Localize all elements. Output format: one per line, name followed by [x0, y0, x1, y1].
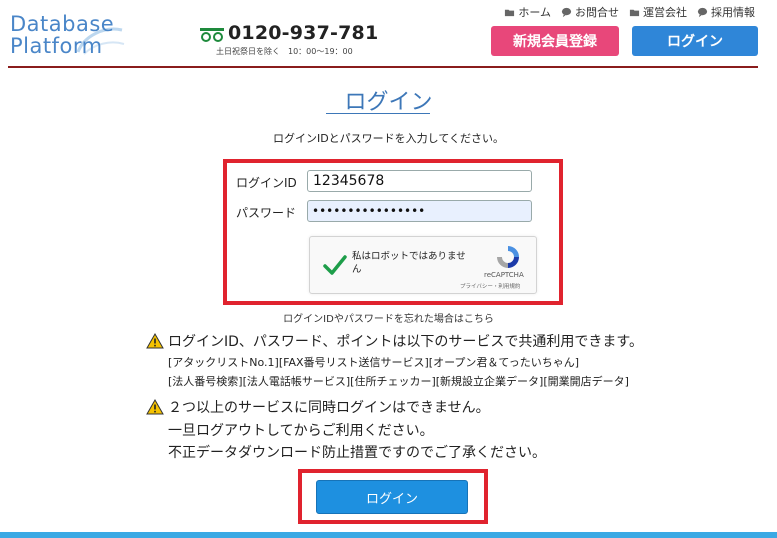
- submit-highlight: ログイン: [298, 469, 488, 524]
- notice-main-text: ログインID、パスワード、ポイントは以下のサービスで共通利用できます。: [168, 334, 643, 350]
- recaptcha-logo-icon: [497, 246, 519, 268]
- site-logo[interactable]: Database Platform: [10, 10, 125, 60]
- checkmark-icon[interactable]: [322, 252, 348, 278]
- chat-icon: [697, 7, 708, 17]
- login-submit-button[interactable]: ログイン: [316, 480, 468, 514]
- freedial-icon: [200, 28, 224, 42]
- page-title: ログイン: [344, 90, 433, 115]
- forgot-credentials-link[interactable]: ログインIDやパスワードを忘れた場合はこちら: [0, 310, 777, 325]
- services-list-line2: [法人番号検索][法人電話帳サービス][住所チェッカー][新規設立企業データ][…: [168, 375, 629, 388]
- top-link-label: 採用情報: [711, 6, 755, 19]
- phone-number: 0120-937-781: [228, 22, 379, 44]
- login-id-input[interactable]: [307, 170, 532, 192]
- login-form: ログインID パスワード •••••••••••••••• 私はロボットではあり…: [223, 159, 563, 305]
- top-link-company[interactable]: 運営会社: [629, 4, 687, 20]
- recaptcha-brand: reCAPTCHA: [484, 271, 524, 279]
- logo-text-line2: Platform: [10, 34, 103, 58]
- login-instruction: ログインIDとパスワードを入力してください。: [272, 132, 505, 145]
- recaptcha-label: 私はロボットではありません: [352, 251, 466, 275]
- top-link-home[interactable]: ホーム: [504, 4, 551, 20]
- top-link-label: ホーム: [518, 6, 551, 19]
- footer-bar: [0, 532, 777, 538]
- notice-line: 一旦ログアウトしてからご利用ください。: [168, 423, 434, 439]
- services-list-line1: [アタックリストNo.1][FAX番号リスト送信サービス][オープン君＆てったい…: [168, 356, 580, 369]
- notice-main-text: ２つ以上のサービスに同時ログインはできません。: [168, 400, 490, 416]
- login-id-label: ログインID: [236, 176, 297, 190]
- warning-icon: [146, 333, 164, 349]
- phone-hours: 土日祝祭日を除く 10：00～19：00: [216, 47, 353, 56]
- logo-text-line1: Database: [10, 12, 115, 36]
- top-link-label: お問合せ: [575, 6, 619, 19]
- password-label: パスワード: [236, 206, 297, 220]
- top-link-label: 運営会社: [643, 6, 687, 19]
- chat-icon: [561, 7, 572, 17]
- notice-line: 不正データダウンロード防止措置ですのでご了承ください。: [168, 445, 546, 461]
- header-divider: [8, 66, 758, 68]
- recaptcha-terms-link[interactable]: プライバシー・利用規約: [460, 282, 520, 290]
- top-link-recruit[interactable]: 採用情報: [697, 4, 755, 20]
- top-nav: ホーム お問合せ 運営会社 採用情報: [504, 4, 755, 20]
- warning-icon: [146, 399, 164, 415]
- password-input[interactable]: ••••••••••••••••: [307, 200, 532, 222]
- header-login-button[interactable]: ログイン: [632, 26, 758, 56]
- top-link-contact[interactable]: お問合せ: [561, 4, 619, 20]
- folder-icon: [629, 9, 640, 16]
- register-button[interactable]: 新規会員登録: [491, 26, 619, 56]
- recaptcha-widget[interactable]: 私はロボットではありません reCAPTCHA プライバシー・利用規約: [309, 236, 537, 294]
- folder-icon: [505, 9, 515, 16]
- title-underline: [326, 113, 430, 114]
